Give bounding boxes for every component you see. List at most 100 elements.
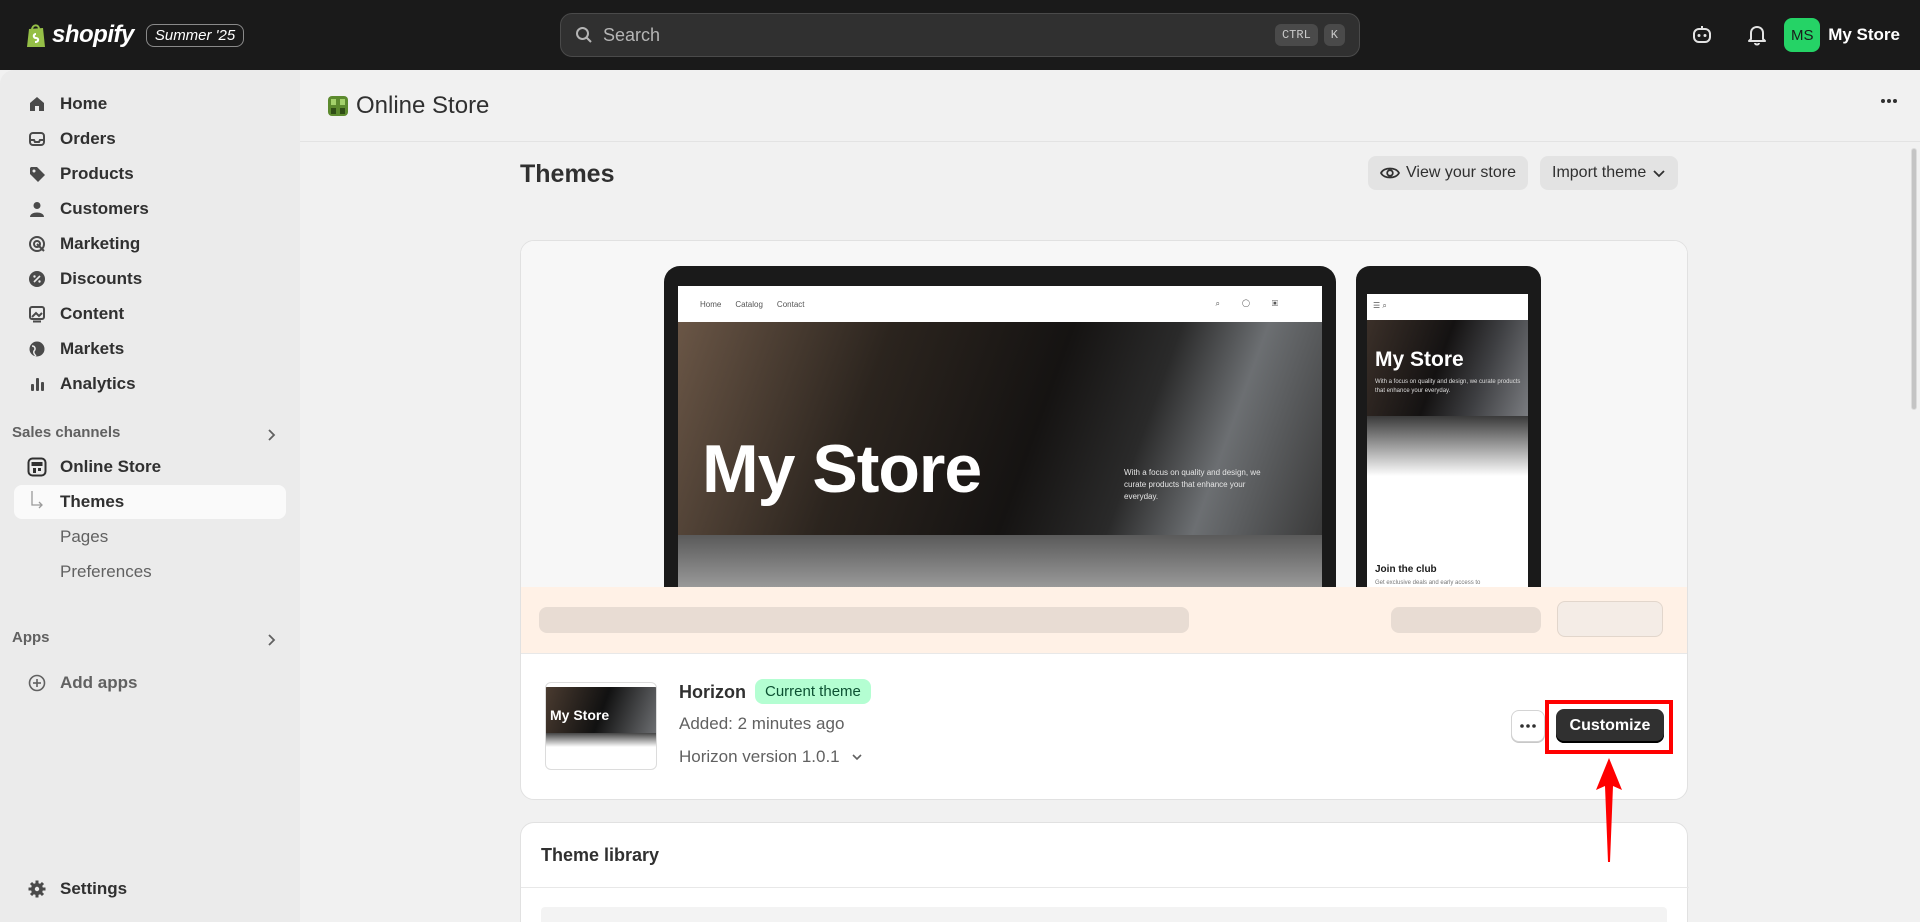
notice-button-placeholder[interactable] [1557,601,1663,637]
sidebar-item-label: Online Store [60,457,162,476]
arrow-up-icon [1596,758,1622,862]
chevron-right-icon[interactable] [264,428,278,442]
sidebar-item-label: Content [60,304,125,323]
storefront-icon [26,456,48,478]
bell-icon[interactable] [1744,22,1770,48]
desktop-preview: Home Catalog Contact ⌕ ◯ ▣ My Store With… [664,266,1336,587]
theme-thumbnail[interactable]: My Store [545,682,657,770]
view-store-label: View your store [1406,164,1516,181]
preview-nav-link: Catalog [735,299,763,309]
sidebar-item-themes[interactable]: Themes [14,485,286,519]
mobile-join-title: Join the club [1375,564,1437,575]
sidebar-item-label: Home [60,94,108,113]
search-icon [576,27,592,43]
edition-badge[interactable]: Summer '25 [145,23,245,47]
notice-banner [521,587,1687,653]
preview-nav: Home Catalog Contact ⌕ ◯ ▣ [678,286,1322,322]
mobile-hero-image: My Store With a focus on quality and des… [1367,320,1528,416]
scrollbar[interactable] [1908,142,1920,922]
current-theme-badge: Current theme [755,679,871,704]
sidebar-item-content[interactable]: Content [14,297,286,331]
preview-hero-tagline: With a focus on quality and design, we c… [1124,468,1261,501]
sidebar-item-label: Products [60,164,134,183]
globe-icon [26,338,48,360]
current-theme-row: My Store Horizon Current theme Added: 2 … [521,653,1687,799]
theme-actions-button[interactable] [1511,710,1545,742]
theme-library-card: Theme library [520,822,1689,922]
mobile-join-subtitle: Get exclusive deals and early access to [1375,580,1481,586]
inbox-icon [26,128,48,150]
search-input[interactable]: Search CTRL K [560,13,1360,57]
store-name: My Store [1828,25,1900,44]
theme-preview: Home Catalog Contact ⌕ ◯ ▣ My Store With… [521,241,1687,587]
sidekick-icon[interactable] [1689,22,1715,48]
sidebar-item-label: Pages [60,527,109,546]
sidebar-item-add-apps[interactable]: Add apps [14,666,286,700]
top-bar: shopify Summer '25 Search CTRL K MS My S… [0,0,1920,70]
eye-icon [1380,167,1400,179]
import-theme-button[interactable]: Import theme [1540,156,1679,190]
theme-name: Horizon [679,682,746,702]
sidebar-item-label: Markets [60,339,125,358]
sidebar-item-home[interactable]: Home [14,87,286,121]
sidebar-item-products[interactable]: Products [14,157,286,191]
sidebar-item-orders[interactable]: Orders [14,122,286,156]
tree-connector-icon [26,491,48,513]
main-content: Online Store Themes View your store Impo… [300,70,1920,922]
sidebar-item-settings[interactable]: Settings [14,872,286,906]
scrollbar-thumb[interactable] [1911,148,1917,410]
account-menu[interactable]: MS My Store [1784,18,1900,52]
online-store-icon [328,95,348,116]
theme-version: Horizon version 1.0.1 [679,747,840,766]
sidebar-item-online-store[interactable]: Online Store [14,450,286,484]
thumbnail-title: My Store [550,707,610,723]
notice-link-placeholder [1391,607,1541,633]
import-theme-label: Import theme [1552,164,1647,181]
sidebar-item-label: Discounts [60,269,143,288]
preview-hero-image: My Store With a focus on quality and des… [678,322,1322,535]
chevron-right-icon[interactable] [264,633,278,647]
mobile-preview-nav: ☰ ⌕ [1373,301,1387,310]
image-icon [26,303,48,325]
sidebar-item-pages[interactable]: Pages [14,520,286,554]
bar-chart-icon [26,373,48,395]
sidebar-item-markets[interactable]: Markets [14,332,286,366]
mobile-hero-tagline: With a focus on quality and design, we c… [1375,379,1521,394]
person-icon [26,198,48,220]
page-title: Themes [520,160,615,188]
view-store-button[interactable]: View your store [1368,156,1528,190]
sidebar-item-analytics[interactable]: Analytics [14,367,286,401]
theme-version-toggle[interactable]: Horizon version 1.0.1 [679,747,864,767]
preview-hero-title: My Store [702,431,982,507]
mobile-hero-title: My Store [1375,348,1464,371]
preview-fade [678,535,1322,587]
chevron-down-icon [1653,170,1665,178]
sidebar-item-discounts[interactable]: Discounts [14,262,286,296]
divider [521,887,1689,888]
chevron-down-icon [852,754,862,761]
shortcut-key-ctrl: CTRL [1274,24,1318,46]
apps-heading[interactable]: Apps [12,629,50,646]
sidebar-item-label: Orders [60,129,116,148]
sidebar-item-label: Preferences [60,562,152,581]
library-placeholder [541,907,1667,922]
desktop-preview-screen: Home Catalog Contact ⌕ ◯ ▣ My Store With… [678,286,1322,587]
target-icon [26,233,48,255]
sidebar-item-preferences[interactable]: Preferences [14,555,286,589]
sidebar-item-label: Add apps [60,673,138,692]
avatar: MS [1784,18,1821,52]
mobile-fade [1367,416,1528,476]
sidebar-item-label: Settings [60,879,128,898]
tag-icon [26,163,48,185]
sidebar-item-label: Themes [60,492,125,511]
sidebar: Home Orders Products Customers Marketing… [0,70,300,922]
highlight-box [1545,700,1673,754]
sidebar-item-customers[interactable]: Customers [14,192,286,226]
theme-library-title: Theme library [541,845,660,865]
more-options-icon[interactable] [1880,98,1898,104]
preview-nav-link: Contact [776,299,805,309]
sidebar-item-marketing[interactable]: Marketing [14,227,286,261]
shopify-logo[interactable]: shopify [26,21,134,49]
sales-channels-heading[interactable]: Sales channels [12,424,120,441]
notice-text-placeholder [539,607,1189,633]
